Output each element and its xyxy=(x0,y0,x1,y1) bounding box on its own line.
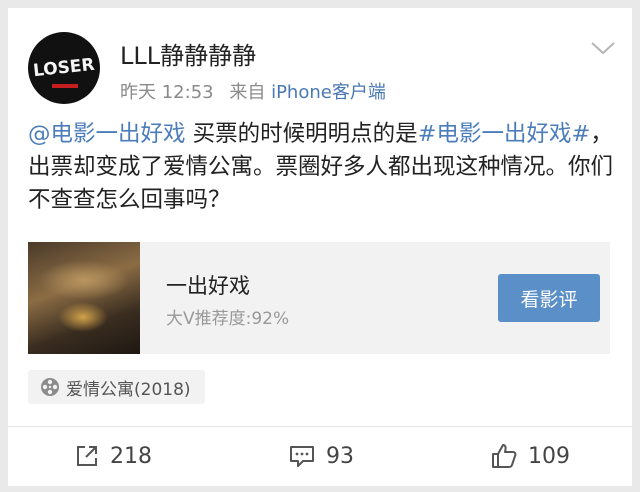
movie-card[interactable]: 一出好戏 大V推荐度:92% 看影评 xyxy=(28,242,610,354)
post-time: 昨天 12:53 xyxy=(120,82,214,103)
post-body: @电影一出好戏 买票的时候明明点的是#电影一出好戏#，出票却变成了爱情公寓。票圈… xyxy=(28,118,618,217)
hashtag-link[interactable]: #电影一出好戏# xyxy=(418,121,591,147)
movie-poster[interactable] xyxy=(28,242,140,354)
post-meta: 昨天 12:53 来自 iPhone客户端 xyxy=(120,78,386,104)
chevron-down-icon[interactable] xyxy=(588,38,618,58)
poster-art xyxy=(58,302,108,332)
avatar-logo-bar xyxy=(52,84,78,88)
movie-title[interactable]: 一出好戏 xyxy=(166,270,250,300)
repost-icon xyxy=(77,446,97,466)
recommend-rate: 大V推荐度:92% xyxy=(166,309,290,329)
poster-art xyxy=(38,260,130,300)
post-text: 买票的时候明明点的是 xyxy=(185,121,418,147)
view-review-button[interactable]: 看影评 xyxy=(498,274,600,322)
film-reel-icon xyxy=(41,378,59,396)
mention-link[interactable]: @电影一出好戏 xyxy=(28,121,186,147)
comment-icon xyxy=(290,446,314,467)
avatar-logo-text: LOSER xyxy=(32,54,96,82)
divider xyxy=(8,426,632,427)
source-prefix: 来自 xyxy=(229,82,266,103)
repost-count: 218 xyxy=(110,443,152,469)
weibo-post-card: LOSER LLL静静静静 昨天 12:53 来自 iPhone客户端 @电影一… xyxy=(8,8,632,486)
thumbs-up-icon xyxy=(492,444,517,468)
movie-tag[interactable]: 爱情公寓(2018) xyxy=(28,370,205,404)
like-count: 109 xyxy=(528,443,570,469)
post-source[interactable]: iPhone客户端 xyxy=(271,82,386,103)
movie-tag-label: 爱情公寓(2018) xyxy=(66,379,191,400)
like-button[interactable]: 109 xyxy=(490,440,570,472)
comment-button[interactable]: 93 xyxy=(288,440,354,472)
comment-count: 93 xyxy=(326,443,354,469)
avatar[interactable]: LOSER xyxy=(28,32,100,104)
repost-button[interactable]: 218 xyxy=(74,440,152,472)
username[interactable]: LLL静静静静 xyxy=(120,36,256,71)
